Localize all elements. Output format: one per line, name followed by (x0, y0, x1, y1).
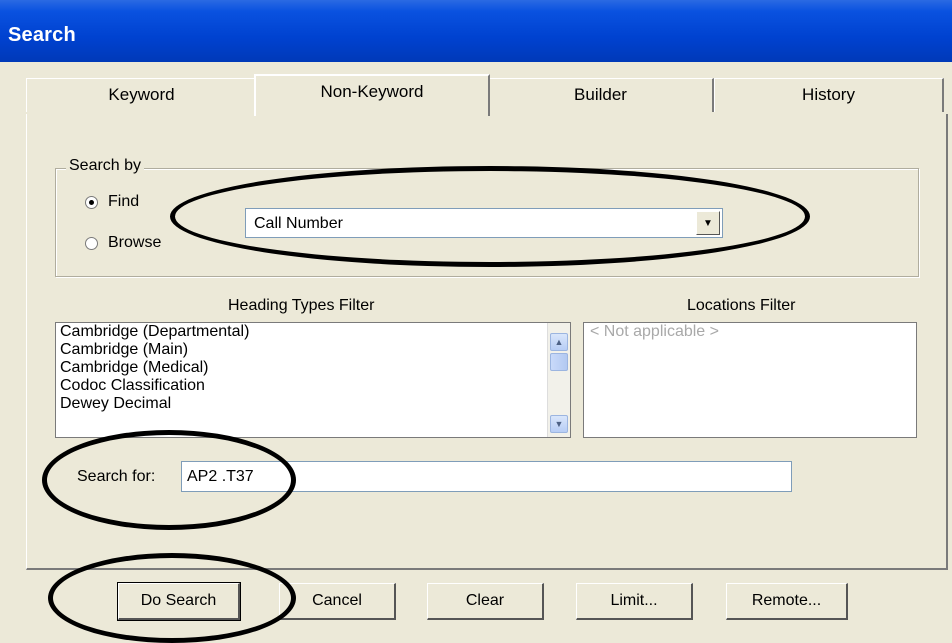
chevron-down-icon[interactable]: ▼ (696, 211, 720, 235)
tab-history[interactable]: History (714, 78, 944, 112)
scroll-up-icon[interactable]: ▲ (550, 333, 568, 351)
list-item[interactable]: Cambridge (Medical) (56, 359, 570, 377)
find-radio[interactable]: Find (85, 193, 139, 211)
locations-filter-label: Locations Filter (687, 297, 796, 314)
search-by-legend: Search by (66, 157, 145, 175)
dropdown-value: Call Number (254, 215, 343, 232)
search-type-dropdown[interactable]: Call Number ▼ (245, 208, 723, 238)
locations-filter-list[interactable]: < Not applicable > (583, 322, 917, 438)
browse-radio-label: Browse (108, 234, 162, 251)
browse-radio[interactable]: Browse (85, 234, 161, 252)
tab-builder[interactable]: Builder (488, 78, 714, 112)
cancel-button[interactable]: Cancel (279, 583, 396, 620)
vertical-scrollbar[interactable]: ▲ ▼ (547, 323, 570, 437)
list-item[interactable]: Cambridge (Main) (56, 341, 570, 359)
search-for-input[interactable]: AP2 .T37 (181, 461, 792, 492)
search-for-value: AP2 .T37 (187, 468, 254, 485)
locations-placeholder: < Not applicable > (590, 323, 719, 340)
radio-selected-indicator (85, 195, 98, 209)
heading-types-list[interactable]: Cambridge (Departmental) Cambridge (Main… (55, 322, 571, 438)
list-item[interactable]: Codoc Classification (56, 377, 570, 395)
scroll-down-icon[interactable]: ▼ (550, 415, 568, 433)
list-item[interactable]: Dewey Decimal (56, 395, 570, 413)
do-search-button[interactable]: Do Search (117, 582, 241, 621)
heading-types-filter-label: Heading Types Filter (228, 297, 375, 314)
find-radio-label: Find (108, 193, 140, 210)
radio-unselected-indicator (85, 236, 98, 250)
title-bar: Search (0, 0, 952, 62)
clear-button[interactable]: Clear (427, 583, 544, 620)
window-title: Search (8, 24, 76, 46)
search-for-label: Search for: (77, 468, 156, 485)
scroll-thumb[interactable] (550, 353, 568, 371)
remote-button[interactable]: Remote... (726, 583, 848, 620)
list-item[interactable]: Cambridge (Departmental) (56, 323, 570, 341)
tab-strip: Keyword Non-Keyword Builder History (26, 74, 946, 116)
tab-non-keyword[interactable]: Non-Keyword (254, 74, 490, 116)
limit-button[interactable]: Limit... (576, 583, 693, 620)
tab-keyword[interactable]: Keyword (26, 78, 258, 112)
